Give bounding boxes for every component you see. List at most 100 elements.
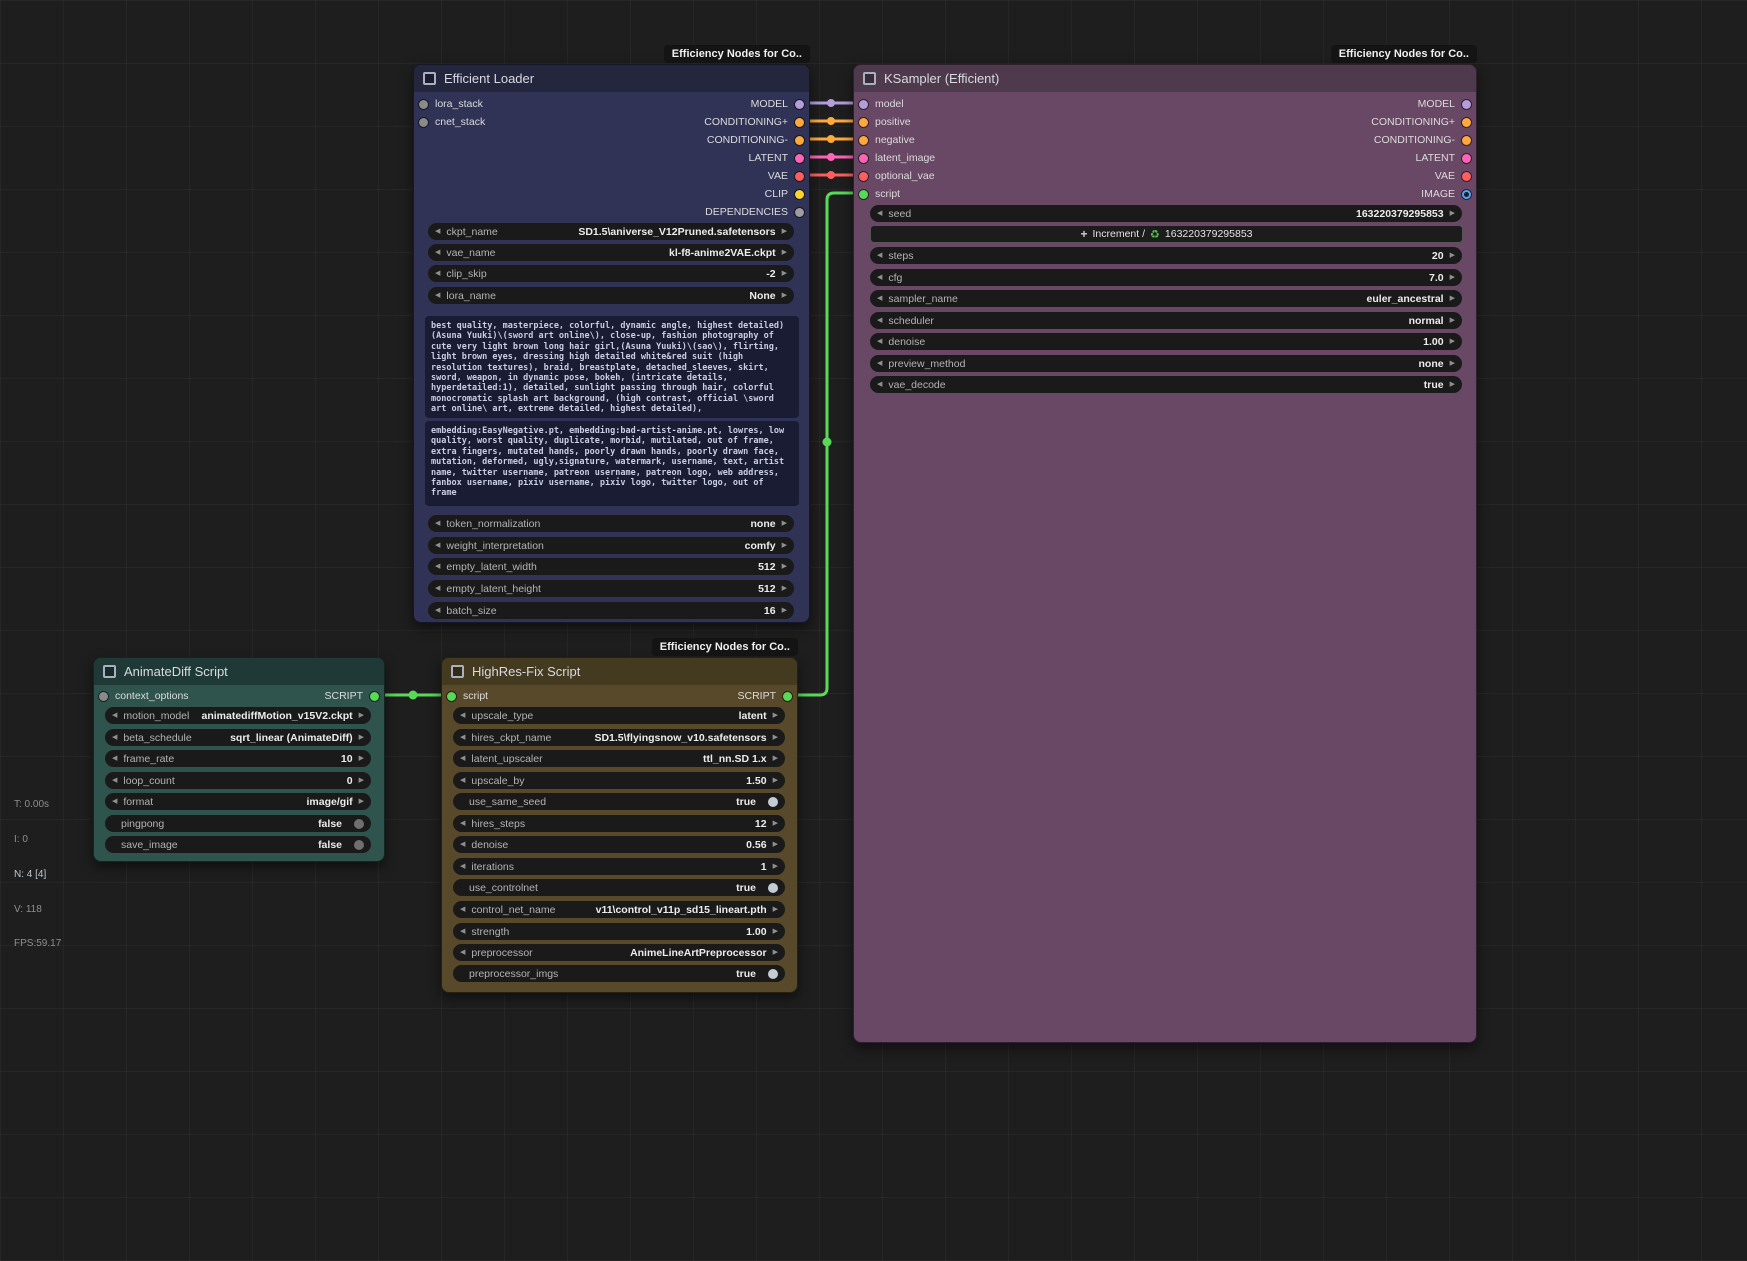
input-port-context-options[interactable]: context_options [99,687,189,705]
output-port-model[interactable]: MODEL [1418,95,1471,113]
preprocessor-imgs-toggle[interactable]: preprocessor_imgstrue [453,965,785,982]
node-titlebar[interactable]: AnimateDiff Script [94,658,384,685]
sampler-name-widget[interactable]: ◀sampler_nameeuler_ancestral▶ [870,290,1462,307]
seed-widget[interactable]: ◀seed163220379295853▶ [870,205,1462,222]
stepper-left-icon[interactable]: ◀ [460,928,465,935]
input-port-lora-stack[interactable]: lora_stack [419,95,483,113]
input-port-script[interactable]: script [859,185,900,203]
stepper-right-icon[interactable]: ▶ [782,228,787,235]
stepper-left-icon[interactable]: ◀ [877,252,882,259]
control-net-name-widget[interactable]: ◀control_net_namev11\control_v11p_sd15_l… [453,901,785,918]
stepper-right-icon[interactable]: ▶ [782,249,787,256]
toggle-knob[interactable] [768,969,778,979]
output-port-model[interactable]: MODEL [751,95,804,113]
stepper-right-icon[interactable]: ▶ [782,542,787,549]
stepper-left-icon[interactable]: ◀ [112,798,117,805]
stepper-right-icon[interactable]: ▶ [1450,360,1455,367]
stepper-right-icon[interactable]: ▶ [1450,295,1455,302]
stepper-left-icon[interactable]: ◀ [460,949,465,956]
batch-size-widget[interactable]: ◀batch_size16▶ [428,602,794,619]
output-port-conditioning-plus[interactable]: CONDITIONING+ [1371,113,1471,131]
port-dot[interactable] [859,100,868,109]
output-port-latent[interactable]: LATENT [749,149,804,167]
stepper-right-icon[interactable]: ▶ [782,270,787,277]
upscale-by-widget[interactable]: ◀upscale_by1.50▶ [453,772,785,789]
hires-steps-widget[interactable]: ◀hires_steps12▶ [453,815,785,832]
token-normalization-widget[interactable]: ◀token_normalizationnone▶ [428,515,794,532]
port-dot[interactable] [795,190,804,199]
steps-widget[interactable]: ◀steps20▶ [870,247,1462,264]
stepper-right-icon[interactable]: ▶ [773,712,778,719]
stepper-left-icon[interactable]: ◀ [877,381,882,388]
port-dot[interactable] [1462,100,1471,109]
stepper-right-icon[interactable]: ▶ [773,777,778,784]
port-dot[interactable] [1462,118,1471,127]
negative-prompt-textarea[interactable]: embedding:EasyNegative.pt, embedding:bad… [425,421,799,506]
stepper-left-icon[interactable]: ◀ [112,734,117,741]
port-dot[interactable] [795,172,804,181]
denoise-widget[interactable]: ◀denoise1.00▶ [870,333,1462,350]
weight-interpretation-widget[interactable]: ◀weight_interpretationcomfy▶ [428,537,794,554]
collapse-icon[interactable] [103,665,116,678]
port-dot[interactable] [1462,154,1471,163]
vae-decode-widget[interactable]: ◀vae_decodetrue▶ [870,376,1462,393]
stepper-left-icon[interactable]: ◀ [460,712,465,719]
stepper-left-icon[interactable]: ◀ [460,841,465,848]
stepper-right-icon[interactable]: ▶ [359,712,364,719]
stepper-right-icon[interactable]: ▶ [773,863,778,870]
input-port-negative[interactable]: negative [859,131,915,149]
port-dot[interactable] [859,136,868,145]
stepper-right-icon[interactable]: ▶ [359,734,364,741]
stepper-left-icon[interactable]: ◀ [435,563,440,570]
node-efficient-loader[interactable]: Efficient Loader lora_stack cnet_stack M… [413,64,810,623]
beta-schedule-widget[interactable]: ◀beta_schedulesqrt_linear (AnimateDiff)▶ [105,729,371,746]
output-port-image[interactable]: IMAGE [1421,185,1471,203]
stepper-right-icon[interactable]: ▶ [1450,381,1455,388]
stepper-right-icon[interactable]: ▶ [782,563,787,570]
stepper-left-icon[interactable]: ◀ [877,274,882,281]
node-graph-canvas[interactable]: Efficiency Nodes for Co.. Efficiency Nod… [0,0,1747,1261]
stepper-right-icon[interactable]: ▶ [773,820,778,827]
port-dot[interactable] [795,136,804,145]
hires-ckpt-name-widget[interactable]: ◀hires_ckpt_nameSD1.5\flyingsnow_v10.saf… [453,729,785,746]
output-port-conditioning-minus[interactable]: CONDITIONING- [707,131,804,149]
frame-rate-widget[interactable]: ◀frame_rate10▶ [105,750,371,767]
input-port-cnet-stack[interactable]: cnet_stack [419,113,485,131]
output-port-latent[interactable]: LATENT [1416,149,1471,167]
use-same-seed-toggle[interactable]: use_same_seedtrue [453,793,785,810]
port-dot[interactable] [419,118,428,127]
collapse-icon[interactable] [451,665,464,678]
input-port-script[interactable]: script [447,687,488,705]
ckpt-name-widget[interactable]: ◀ckpt_nameSD1.5\aniverse_V12Pruned.safet… [428,223,794,240]
output-port-conditioning-minus[interactable]: CONDITIONING- [1374,131,1471,149]
port-dot[interactable] [447,692,456,701]
stepper-left-icon[interactable]: ◀ [435,585,440,592]
format-widget[interactable]: ◀formatimage/gif▶ [105,793,371,810]
port-dot[interactable] [419,100,428,109]
save-image-toggle[interactable]: save_imagefalse [105,836,371,853]
vae-name-widget[interactable]: ◀vae_namekl-f8-anime2VAE.ckpt▶ [428,244,794,261]
stepper-left-icon[interactable]: ◀ [112,755,117,762]
stepper-left-icon[interactable]: ◀ [460,734,465,741]
stepper-right-icon[interactable]: ▶ [782,607,787,614]
stepper-left-icon[interactable]: ◀ [435,249,440,256]
stepper-left-icon[interactable]: ◀ [435,520,440,527]
preview-method-widget[interactable]: ◀preview_methodnone▶ [870,355,1462,372]
stepper-right-icon[interactable]: ▶ [773,734,778,741]
port-dot[interactable] [859,118,868,127]
stepper-right-icon[interactable]: ▶ [1450,317,1455,324]
stepper-right-icon[interactable]: ▶ [1450,274,1455,281]
recycle-icon[interactable]: ♻ [1150,228,1160,241]
port-dot[interactable] [795,208,804,217]
stepper-right-icon[interactable]: ▶ [359,777,364,784]
port-dot[interactable] [795,100,804,109]
port-dot[interactable] [1462,190,1471,199]
stepper-left-icon[interactable]: ◀ [877,317,882,324]
input-port-model[interactable]: model [859,95,904,113]
clip-skip-widget[interactable]: ◀clip_skip-2▶ [428,265,794,282]
iterations-widget[interactable]: ◀iterations1▶ [453,858,785,875]
stepper-left-icon[interactable]: ◀ [435,292,440,299]
stepper-right-icon[interactable]: ▶ [782,520,787,527]
toggle-knob[interactable] [768,797,778,807]
upscale-type-widget[interactable]: ◀upscale_typelatent▶ [453,707,785,724]
